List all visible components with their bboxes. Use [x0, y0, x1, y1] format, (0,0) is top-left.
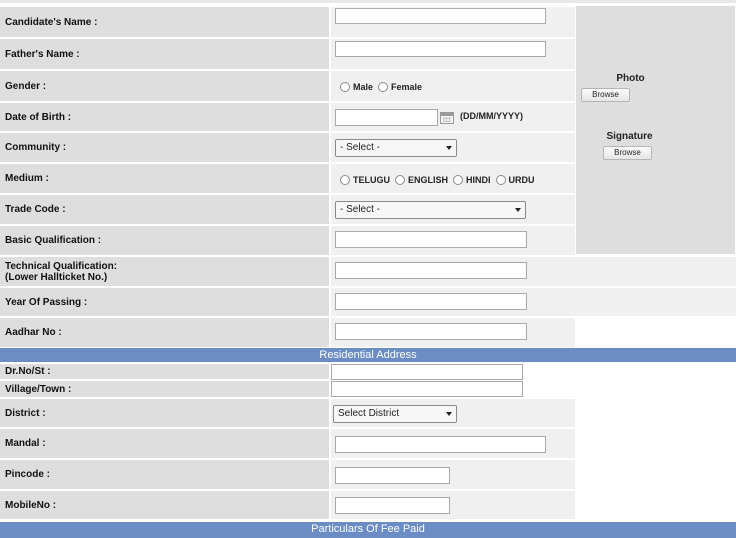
- aadhar-label: Aadhar No :: [0, 317, 329, 348]
- district-cell: Select District: [331, 398, 575, 428]
- gender-male-option[interactable]: Male: [340, 82, 373, 92]
- technical-qualification-label: Technical Qualification: (Lower Halltick…: [0, 256, 329, 287]
- chevron-down-icon: [515, 208, 521, 212]
- mobile-input[interactable]: [335, 497, 450, 514]
- pincode-label: Pincode :: [0, 459, 329, 490]
- chevron-down-icon: [446, 412, 452, 416]
- aadhar-input[interactable]: [335, 323, 527, 340]
- mandal-cell: [331, 428, 575, 459]
- medium-telugu-option[interactable]: TELUGU: [340, 175, 390, 185]
- pincode-input[interactable]: [335, 467, 450, 484]
- mobile-cell: [331, 490, 575, 520]
- medium-english-label: ENGLISH: [408, 175, 449, 185]
- father-name-input[interactable]: [335, 41, 546, 57]
- gender-female-label: Female: [391, 82, 423, 92]
- medium-hindi-option[interactable]: HINDI: [453, 175, 491, 185]
- dr-no-label: Dr.No/St :: [0, 363, 329, 380]
- mandal-input[interactable]: [335, 436, 546, 453]
- medium-urdu-radio[interactable]: [495, 175, 506, 185]
- technical-qualification-cell: [331, 256, 736, 287]
- trade-code-label: Trade Code :: [0, 194, 329, 225]
- medium-english-radio[interactable]: [395, 175, 405, 185]
- dob-format-hint: (DD/MM/YYYY): [460, 111, 523, 121]
- technical-qualification-input[interactable]: [335, 262, 527, 279]
- dob-input[interactable]: [335, 109, 438, 126]
- aadhar-cell: [331, 317, 575, 348]
- candidate-name-input[interactable]: [335, 8, 546, 24]
- mandal-label: Mandal :: [0, 428, 329, 459]
- medium-cell: TELUGU ENGLISH HINDI URDU: [331, 163, 575, 194]
- dr-no-cell: [331, 363, 575, 380]
- village-input[interactable]: [331, 381, 523, 397]
- pincode-cell: [331, 459, 575, 490]
- gender-female-option[interactable]: Female: [378, 82, 422, 92]
- chevron-down-icon: [446, 146, 452, 150]
- candidate-name-cell: [331, 6, 575, 38]
- medium-urdu-option[interactable]: URDU: [495, 175, 535, 185]
- year-of-passing-input[interactable]: [335, 293, 527, 310]
- community-select[interactable]: - Select -: [335, 139, 457, 157]
- medium-telugu-radio[interactable]: [340, 175, 350, 185]
- medium-urdu-label: URDU: [508, 175, 535, 185]
- dob-cell: (DD/MM/YYYY): [331, 102, 575, 132]
- medium-hindi-radio[interactable]: [453, 175, 464, 185]
- year-of-passing-label: Year Of Passing :: [0, 287, 329, 317]
- community-selected-value: - Select -: [340, 142, 381, 153]
- medium-label: Medium :: [0, 163, 329, 194]
- community-cell: - Select -: [331, 132, 575, 163]
- medium-telugu-label: TELUGU: [353, 175, 390, 185]
- basic-qualification-label: Basic Qualification :: [0, 225, 329, 256]
- basic-qualification-input[interactable]: [335, 231, 527, 248]
- signature-label: Signature: [606, 131, 653, 142]
- trade-code-cell: - Select -: [331, 194, 575, 225]
- mobile-label: MobileNo :: [0, 490, 329, 520]
- technical-qualification-label-line2: (Lower Hallticket No.): [5, 271, 108, 283]
- gender-cell: Male Female: [331, 70, 575, 102]
- village-label: Village/Town :: [0, 380, 329, 398]
- gender-male-radio[interactable]: [340, 82, 350, 92]
- father-name-cell: [331, 38, 575, 70]
- father-name-label: Father's Name :: [0, 38, 329, 70]
- dob-label: Date of Birth :: [0, 102, 329, 132]
- year-of-passing-cell: [331, 287, 736, 317]
- basic-qualification-cell: [331, 225, 575, 256]
- district-selected-value: Select District: [338, 408, 400, 419]
- dr-no-input[interactable]: [331, 364, 523, 380]
- residential-address-header: Residential Address: [0, 348, 736, 362]
- gender-female-radio[interactable]: [378, 82, 389, 92]
- calendar-icon[interactable]: [440, 112, 454, 124]
- signature-browse-button[interactable]: Browse: [603, 146, 652, 160]
- gender-label: Gender :: [0, 70, 329, 102]
- photo-browse-button[interactable]: Browse: [581, 88, 630, 102]
- trade-code-select[interactable]: - Select -: [335, 201, 526, 219]
- medium-english-option[interactable]: ENGLISH: [395, 175, 448, 185]
- gender-male-label: Male: [353, 82, 374, 92]
- technical-qualification-label-line1: Technical Qualification:: [5, 260, 118, 272]
- photo-label: Photo: [616, 73, 645, 84]
- candidate-name-label: Candidate's Name :: [0, 6, 329, 38]
- photo-signature-panel: Photo Browse Signature Browse: [576, 6, 735, 254]
- district-select[interactable]: Select District: [333, 405, 457, 423]
- medium-hindi-label: HINDI: [466, 175, 491, 185]
- medium-radio-group: TELUGU ENGLISH HINDI URDU: [340, 175, 540, 185]
- village-cell: [331, 380, 575, 398]
- gender-radio-group: Male Female: [340, 82, 427, 92]
- fee-paid-header: Particulars Of Fee Paid: [0, 522, 736, 538]
- trade-code-selected-value: - Select -: [340, 204, 381, 215]
- top-border: [0, 0, 736, 3]
- community-label: Community :: [0, 132, 329, 163]
- district-label: District :: [0, 398, 329, 428]
